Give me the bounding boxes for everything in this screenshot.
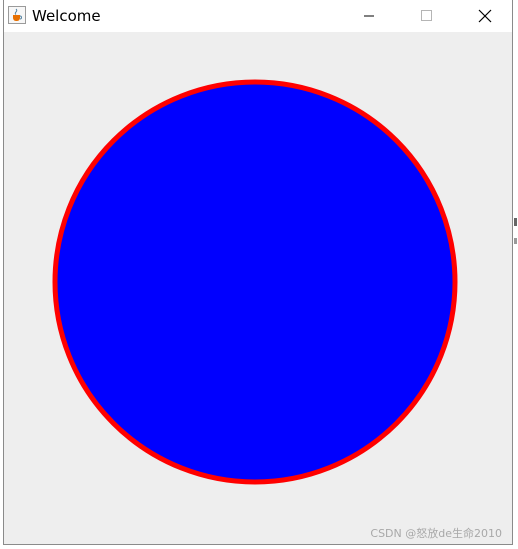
java-cup-icon[interactable] bbox=[8, 6, 26, 24]
close-button[interactable] bbox=[456, 0, 514, 32]
canvas-svg bbox=[52, 79, 458, 485]
title-bar[interactable]: Welcome bbox=[4, 0, 512, 32]
drawing-canvas bbox=[4, 32, 512, 544]
background-edge-mark bbox=[514, 218, 517, 226]
background-edge-mark bbox=[514, 238, 517, 244]
minimize-icon bbox=[364, 15, 374, 17]
maximize-icon bbox=[421, 10, 432, 21]
close-icon bbox=[478, 9, 492, 23]
blue-circle bbox=[52, 79, 458, 485]
window-title: Welcome bbox=[32, 7, 101, 25]
watermark-text: CSDN @怒放de生命2010 bbox=[370, 527, 502, 540]
maximize-button[interactable] bbox=[398, 0, 456, 32]
minimize-button[interactable] bbox=[340, 0, 398, 32]
app-window: Welcome CSDN @怒放de生命2010 bbox=[3, 0, 513, 545]
